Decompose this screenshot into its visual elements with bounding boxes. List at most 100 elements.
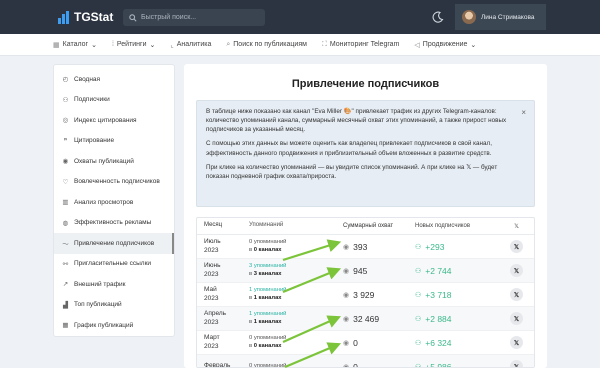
table-row: Июль 2023 0 упоминаний в 0 каналах ◉ 393 ⚇ +293… — [197, 235, 534, 259]
sidebar-item-engagement[interactable]: ♡ Вовлеченность подписчиков — [54, 172, 174, 193]
table-row: Февраль 0 упоминаний ◉ 0 ⚇ +5 986 𝕏 — [197, 355, 534, 368]
user-menu[interactable]: Лина Стримакова — [455, 4, 546, 30]
x-cell: 𝕏 — [499, 240, 534, 253]
month-year: 2023 — [204, 318, 219, 326]
nav-search-posts[interactable]: ⌕ Поиск по публикациям — [226, 41, 307, 49]
nav-label: Мониторинг Telegram — [329, 41, 400, 48]
reach-cell: ◉ 32 469 — [329, 314, 409, 324]
summary-icon: ◴ — [62, 76, 69, 84]
mentions-count[interactable]: 1 упоминаний — [249, 287, 329, 295]
megaphone-icon: ◁ — [414, 41, 420, 49]
grid-icon: ▦ — [53, 41, 60, 49]
nav-analytics[interactable]: ⌞ Аналитика — [170, 41, 211, 49]
mentions-count[interactable]: 3 упоминаний — [249, 263, 329, 271]
reach-cell: ◉ 0 — [329, 338, 409, 348]
subs-value: +6 324 — [425, 337, 452, 348]
search-icon: ⌕ — [226, 40, 231, 48]
reach-value: 0 — [353, 337, 358, 348]
calendar-icon: ▦ — [62, 322, 69, 330]
sidebar-item-reach[interactable]: ◉ Охваты публикаций — [54, 151, 174, 172]
eye-icon: ◉ — [62, 158, 69, 166]
month-name: Март — [204, 334, 220, 342]
heart-icon: ♡ — [62, 178, 69, 186]
sidebar-item-citation-index[interactable]: ◎ Индекс цитирования — [54, 110, 174, 131]
trend-icon: 〜 — [62, 241, 69, 249]
reach-value: 3 929 — [353, 289, 375, 300]
users-icon: ⚇ — [415, 363, 422, 368]
subs-cell: ⚇ +293 — [409, 242, 499, 252]
eye-icon: ◉ — [343, 267, 350, 275]
info-paragraph: С помощью этих данных вы можете оценить … — [206, 140, 492, 157]
nav-ratings[interactable]: ⁞ Рейтинги ⌄ — [112, 41, 155, 49]
reach-cell: ◉ 3 929 — [329, 290, 409, 300]
sidebar-item-subscribers[interactable]: ⚇ Подписчики — [54, 90, 174, 111]
x-cell: 𝕏 — [499, 336, 534, 349]
mentions-count[interactable]: 0 упоминаний — [249, 335, 329, 343]
sidebar-item-label: Индекс цитирования — [74, 116, 137, 124]
nav-label: Каталог — [62, 41, 89, 48]
info-paragraph: При клике на количество упоминаний — вы … — [206, 163, 498, 180]
channels-line: в 0 каналах — [249, 343, 329, 351]
bars-icon: ▥ — [62, 199, 69, 207]
search-input[interactable]: Быстрый поиск... — [123, 9, 265, 26]
nav-promotion[interactable]: ◁ Продвижение ⌄ — [414, 41, 476, 49]
header-reach: Суммарный охват — [343, 223, 394, 229]
x-chart-button[interactable]: 𝕏 — [510, 240, 523, 253]
sidebar-item-ad-efficiency[interactable]: ◍ Эффективность рекламы — [54, 213, 174, 234]
moon-icon[interactable] — [432, 11, 444, 23]
channels-line: в 1 каналах — [249, 295, 329, 303]
subs-value: +2 744 — [425, 265, 452, 276]
users-icon: ⚇ — [415, 339, 422, 347]
channels-count: 0 каналах — [253, 342, 282, 349]
x-chart-button[interactable]: 𝕏 — [510, 336, 523, 349]
mentions-count[interactable]: 0 упоминаний — [249, 363, 329, 367]
nav-monitoring[interactable]: ⛶ Мониторинг Telegram — [322, 41, 399, 49]
sidebar-item-label: Вовлеченность подписчиков — [74, 178, 160, 186]
month-year: 2023 — [204, 342, 219, 350]
table-row: Май 2023 1 упоминаний в 1 каналах ◉ 3 929 ⚇ +3 … — [197, 283, 534, 307]
x-chart-button[interactable]: 𝕏 — [510, 264, 523, 277]
channels-prefix: в — [249, 318, 253, 325]
x-chart-button[interactable]: 𝕏 — [510, 288, 523, 301]
logo[interactable]: TGStat — [58, 10, 113, 24]
sidebar-item-top-posts[interactable]: ▟ Топ публикаций — [54, 295, 174, 316]
month-name: Июнь — [204, 262, 221, 270]
table-body: Июль 2023 0 упоминаний в 0 каналах ◉ 393 ⚇ +293… — [197, 235, 534, 368]
channels-prefix: в — [249, 294, 253, 301]
sidebar-item-external-traffic[interactable]: ↗ Внешний трафик — [54, 274, 174, 295]
sidebar-item-schedule[interactable]: ▦ График публикаций — [54, 315, 174, 336]
subs-cell: ⚇ +6 324 — [409, 338, 499, 348]
sidebar-item-summary[interactable]: ◴ Сводная — [54, 69, 174, 90]
sidebar-item-label: Внешний трафик — [74, 280, 126, 288]
header-x: 𝕏 — [514, 223, 519, 230]
users-icon: ⚇ — [62, 96, 69, 104]
chevron-down-icon: ⌄ — [149, 41, 156, 49]
reach-value: 393 — [353, 241, 368, 252]
subs-cell: ⚇ +2 884 — [409, 314, 499, 324]
nav-label: Рейтинги — [116, 41, 147, 48]
reach-value: 32 469 — [353, 313, 380, 324]
mentions-count[interactable]: 0 упоминаний — [249, 239, 329, 247]
x-cell: 𝕏 — [499, 288, 534, 301]
x-cell: 𝕏 — [499, 264, 534, 277]
x-chart-button[interactable]: 𝕏 — [510, 312, 523, 325]
month-cell: Март 2023 — [197, 334, 249, 350]
top-bar: TGStat Быстрый поиск... Лина Стримакова — [0, 0, 600, 34]
subs-value: +2 884 — [425, 313, 452, 324]
table-row: Март 2023 0 упоминаний в 0 каналах ◉ 0 ⚇ +6 324… — [197, 331, 534, 355]
close-icon[interactable]: × — [521, 107, 526, 119]
sidebar-item-invite-links[interactable]: ⚯ Пригласительные ссылки — [54, 254, 174, 275]
sidebar-item-views[interactable]: ▥ Анализ просмотров — [54, 192, 174, 213]
sidebar-item-citation[interactable]: ❞ Цитирование — [54, 131, 174, 152]
chart-icon: ⌞ — [170, 41, 174, 49]
mentions-count[interactable]: 1 упоминаний — [249, 311, 329, 319]
nav-catalog[interactable]: ▦ Каталог ⌄ — [53, 41, 97, 49]
sidebar-item-label: Подписчики — [74, 96, 110, 104]
nav-label: Аналитика — [176, 41, 212, 48]
x-chart-button[interactable]: 𝕏 — [510, 360, 523, 367]
sidebar-item-attraction[interactable]: 〜 Привлечение подписчиков — [54, 233, 174, 254]
month-name: Апрель — [204, 310, 227, 318]
channels-count: 0 каналах — [253, 246, 282, 253]
reach-cell: ◉ 0 — [329, 362, 409, 368]
channels-count: 1 каналах — [253, 294, 282, 301]
